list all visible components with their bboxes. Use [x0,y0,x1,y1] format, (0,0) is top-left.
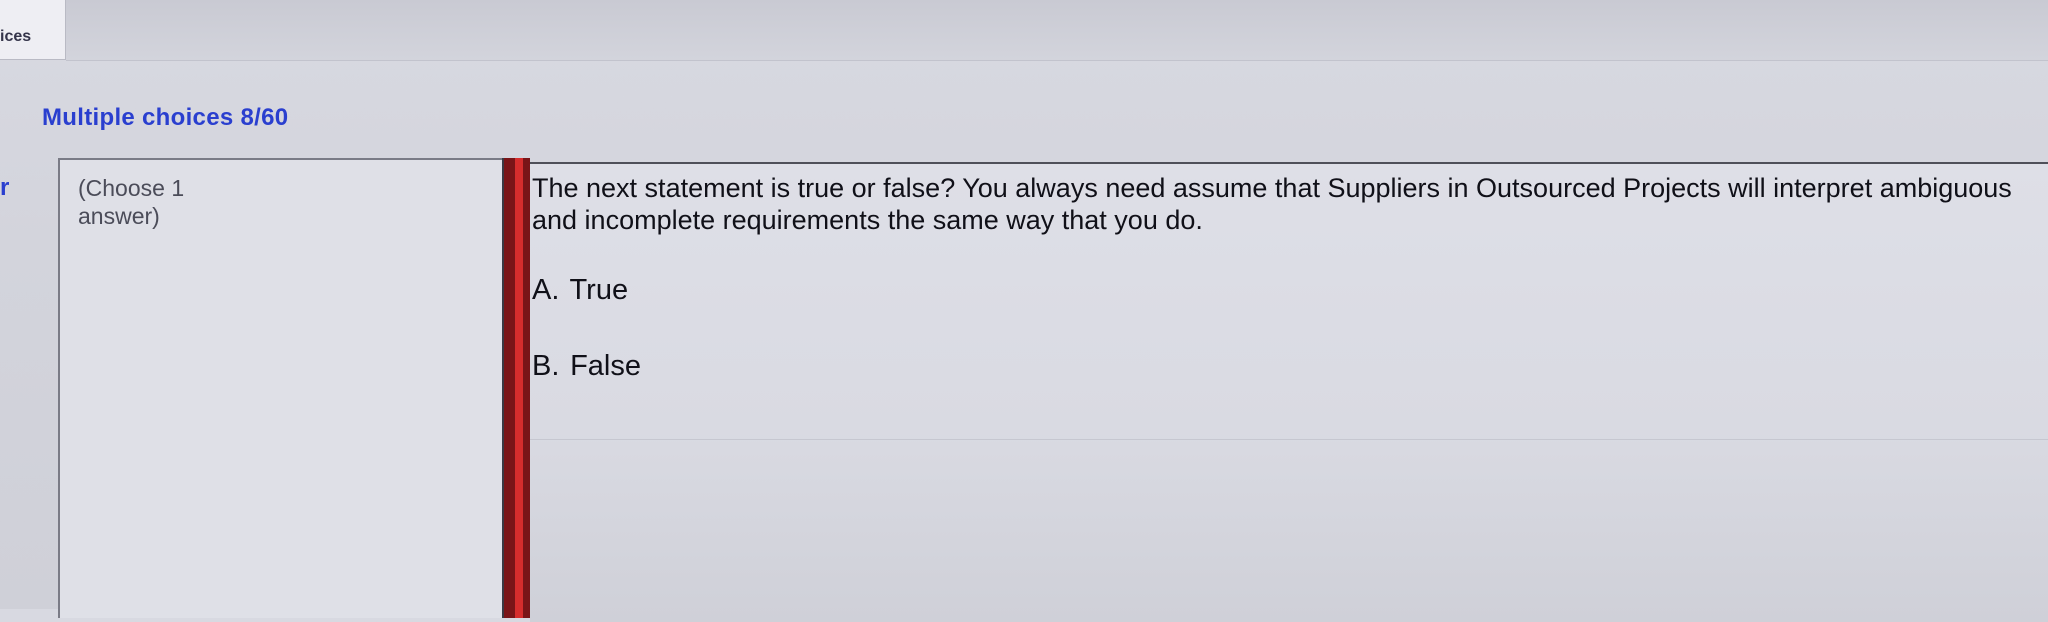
answer-option-b[interactable]: B. False [532,350,641,383]
option-letter: A. [532,274,560,306]
panel-shade-line [530,439,2048,440]
option-label: True [569,274,629,306]
instruction-panel: (Choose 1 answer) [58,158,502,618]
top-toolbar-strip [66,0,2048,61]
instruction-text: (Choose 1 answer) [78,175,185,229]
section-title: Multiple choices 8/60 [42,104,289,131]
option-label: False [570,350,641,382]
red-divider [502,158,530,618]
option-letter: B. [532,350,560,382]
top-tab-label: ices [0,28,32,45]
question-text: The next statement is true or false? You… [532,173,2012,235]
top-tab[interactable]: ices [0,0,66,60]
left-marker: r [0,174,10,201]
question-panel: The next statement is true or false? You… [530,162,2048,622]
answer-option-a[interactable]: A. True [532,274,628,307]
